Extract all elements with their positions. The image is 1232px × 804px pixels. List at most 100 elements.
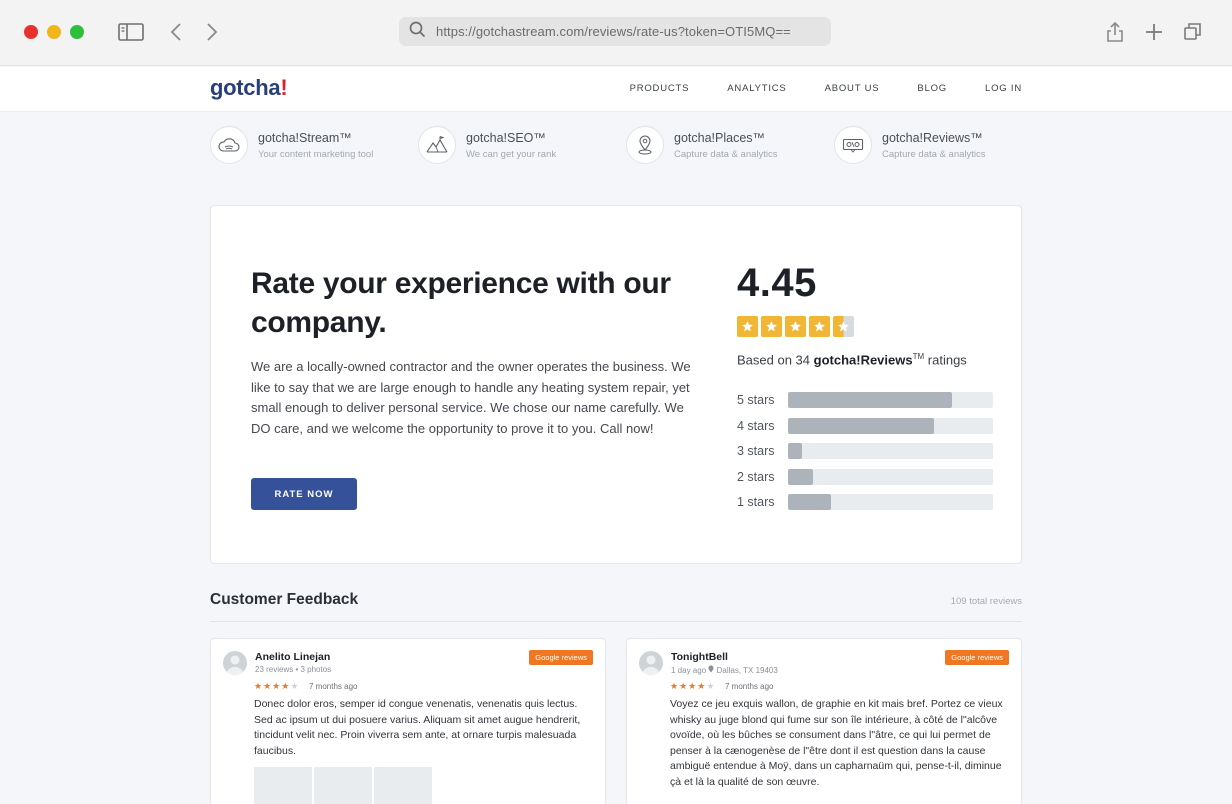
rating-bar-track: [788, 392, 993, 408]
product-subtitle: Capture data & analytics: [674, 148, 778, 160]
rating-bar-row: 3 stars: [737, 443, 995, 460]
gotcha-logo[interactable]: gotcha!: [210, 75, 288, 101]
main-nav: PRODUCTS ANALYTICS ABOUT US BLOG LOG IN: [592, 83, 1022, 94]
based-brand: gotcha!Reviews: [813, 352, 913, 368]
rating-bar-fill: [788, 443, 803, 460]
product-gotcha-stream[interactable]: gotcha!Stream™ Your content marketing to…: [210, 126, 373, 164]
review-ticket-icon: [834, 126, 872, 164]
reviewer-location: Dallas, TX 19403: [716, 666, 778, 675]
rating-headline: Rate your experience with our company.: [251, 267, 671, 339]
based-prefix: Based on 34: [737, 352, 814, 368]
search-icon: [409, 21, 426, 43]
rating-breakdown: 5 stars 4 stars 3 stars 2 stars 1 stars: [737, 392, 995, 520]
nav-link-products[interactable]: PRODUCTS: [630, 83, 690, 94]
rate-now-button[interactable]: RATE NOW: [251, 478, 357, 510]
product-name: gotcha!Reviews™: [882, 130, 983, 145]
new-tab-plus-icon[interactable]: [1141, 20, 1167, 44]
star-half-icon: [833, 316, 854, 337]
reviewer-meta-time: 1 day ago: [671, 666, 707, 675]
rating-bar-track: [788, 468, 993, 485]
reviewer-meta: 1 day ago Dallas, TX 19403: [671, 665, 778, 675]
share-icon[interactable]: [1102, 20, 1128, 44]
star-filled-icon: ★: [263, 681, 273, 691]
product-subtitle: We can get your rank: [466, 148, 557, 160]
star-filled-icon: ★: [281, 681, 291, 691]
company-description: We are a locally-owned contractor and th…: [251, 359, 691, 436]
cloud-icon: [210, 126, 248, 164]
star-filled-icon: ★: [697, 681, 707, 691]
minimize-window-button[interactable]: [47, 25, 61, 39]
review-stars: ★★★★★: [670, 681, 715, 692]
logo-exclamation: !: [280, 75, 288, 100]
mountain-flag-icon: [418, 126, 456, 164]
product-name: gotcha!SEO™: [466, 130, 546, 145]
reviewer-meta: 23 reviews • 3 photos: [255, 665, 332, 674]
back-chevron-icon[interactable]: [163, 20, 189, 44]
star-filled-icon: ★: [670, 681, 680, 691]
star-empty-icon: ★: [290, 681, 300, 691]
star-filled-icon: [737, 316, 758, 337]
google-reviews-badge[interactable]: Google reviews: [529, 650, 593, 665]
address-bar[interactable]: https://gotchastream.com/reviews/rate-us…: [399, 17, 831, 46]
ratings-count-text: Based on 34 gotcha!ReviewsTM ratings: [737, 352, 967, 367]
review-photo[interactable]: [314, 767, 372, 804]
rating-bar-track: [788, 417, 993, 434]
review-time: 7 months ago: [309, 682, 358, 691]
rating-bar-row: 4 stars: [737, 417, 995, 434]
rating-bar-row: 1 stars: [737, 494, 995, 511]
star-filled-icon: ★: [679, 681, 689, 691]
product-gotcha-seo[interactable]: gotcha!SEO™ We can get your rank: [418, 126, 556, 164]
reviewer-name[interactable]: TonightBell: [671, 651, 728, 663]
sidebar-toggle-icon[interactable]: [118, 20, 144, 44]
star-filled-icon: ★: [272, 681, 282, 691]
rating-bar-label: 1 stars: [737, 495, 775, 510]
maximize-window-button[interactable]: [70, 25, 84, 39]
product-gotcha-places[interactable]: gotcha!Places™ Capture data & analytics: [626, 126, 778, 164]
nav-link-log-in[interactable]: LOG IN: [985, 83, 1022, 94]
logo-text: gotcha: [210, 75, 281, 100]
review-time: 7 months ago: [725, 682, 774, 691]
nav-link-analytics[interactable]: ANALYTICS: [727, 83, 786, 94]
close-window-button[interactable]: [24, 25, 38, 39]
review-text: Donec dolor eros, semper id congue venen…: [254, 698, 581, 757]
map-pin-icon: [626, 126, 664, 164]
rating-bar-label: 3 stars: [737, 444, 775, 459]
review-text: Voyez ce jeu exquis wallon, de graphie e…: [670, 698, 1003, 788]
rating-bar-label: 2 stars: [737, 469, 775, 484]
forward-chevron-icon[interactable]: [199, 20, 225, 44]
average-star-rating: [737, 316, 854, 337]
tabs-overview-icon[interactable]: [1180, 20, 1206, 44]
location-pin-icon: [708, 665, 714, 675]
reviewer-name[interactable]: Anelito Linejan: [255, 651, 330, 663]
review-photo[interactable]: [374, 767, 432, 804]
based-tm: TM: [912, 352, 925, 361]
nav-link-about-us[interactable]: ABOUT US: [825, 83, 880, 94]
rating-bar-row: 5 stars: [737, 392, 995, 408]
url-text: https://gotchastream.com/reviews/rate-us…: [436, 24, 791, 39]
rating-bar-fill: [788, 468, 813, 485]
feedback-title: Customer Feedback: [210, 591, 359, 608]
rating-bar-track: [788, 443, 993, 460]
nav-link-blog[interactable]: BLOG: [917, 83, 947, 94]
rating-bar-label: 4 stars: [737, 418, 775, 433]
review-photo[interactable]: [254, 767, 312, 804]
star-filled-icon: ★: [688, 681, 698, 691]
rating-bar-fill: [788, 392, 952, 408]
rating-bar-fill: [788, 417, 934, 434]
star-filled-icon: [761, 316, 782, 337]
star-empty-icon: ★: [706, 681, 716, 691]
review-stars: ★★★★★: [254, 681, 299, 692]
star-filled-icon: ★: [254, 681, 264, 691]
product-gotcha-reviews[interactable]: gotcha!Reviews™ Capture data & analytics: [834, 126, 986, 164]
review-card: TonightBell 1 day ago Dallas, TX 19403 G…: [626, 638, 1022, 804]
product-name: gotcha!Places™: [674, 130, 766, 145]
rating-card: Rate your experience with our company. W…: [210, 205, 1022, 564]
rating-bar-row: 2 stars: [737, 468, 995, 485]
product-subtitle: Capture data & analytics: [882, 148, 986, 160]
divider: [210, 621, 1022, 622]
review-card: Anelito Linejan 23 reviews • 3 photos Go…: [210, 638, 606, 804]
product-subtitle: Your content marketing tool: [258, 148, 374, 160]
avatar: [223, 651, 247, 675]
star-filled-icon: [785, 316, 806, 337]
google-reviews-badge[interactable]: Google reviews: [945, 650, 1009, 665]
